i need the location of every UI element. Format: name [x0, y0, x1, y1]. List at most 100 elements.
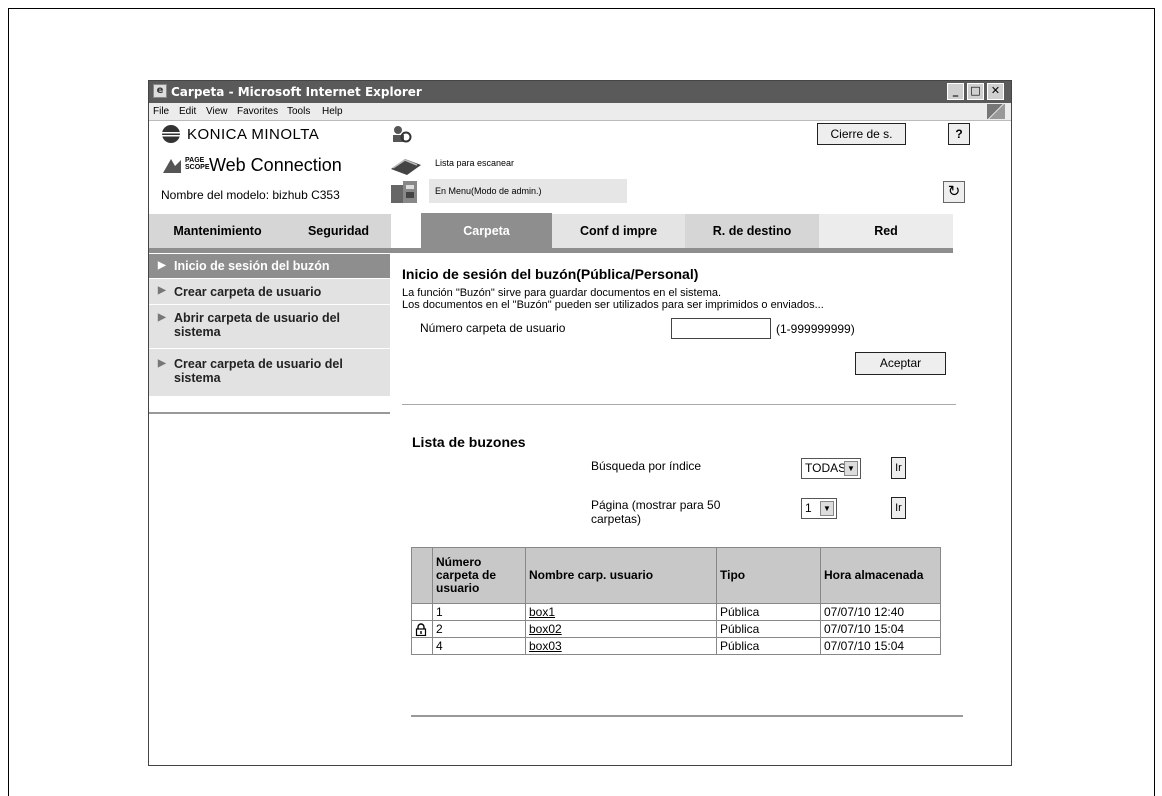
ie-icon: e — [153, 84, 167, 98]
index-go-button[interactable]: Ir — [891, 457, 906, 479]
tab-mantenimiento[interactable]: Mantenimiento — [149, 214, 286, 248]
sidebar-divider — [149, 412, 390, 414]
folder-name-cell: box03 — [525, 637, 717, 655]
menu-tools[interactable]: Tools — [287, 106, 310, 117]
window-title: Carpeta - Microsoft Internet Explorer — [171, 85, 422, 99]
sidebar-item-abrir-sistema[interactable]: ▶ Abrir carpeta de usuario del sistema — [149, 305, 390, 348]
pagescope-small: PAGE SCOPE — [185, 157, 210, 171]
help-button[interactable]: ? — [948, 123, 970, 145]
index-search-label: Búsqueda por índice — [591, 459, 702, 473]
folder-link[interactable]: box03 — [529, 639, 562, 653]
lock-cell — [411, 637, 433, 655]
folder-time: 07/07/10 15:04 — [820, 620, 941, 638]
table-row: 4 box03 Pública 07/07/10 15:04 — [411, 637, 941, 655]
accept-button[interactable]: Aceptar — [855, 352, 946, 375]
tab-red[interactable]: Red — [819, 214, 953, 248]
section-divider — [402, 404, 956, 405]
page-select[interactable]: 1 ▼ — [801, 498, 837, 519]
sidebar-item-label: Inicio de sesión del buzón — [174, 259, 330, 273]
status-ready: Lista para escanear — [435, 158, 515, 168]
printer-device-icon — [391, 181, 417, 203]
bottom-divider — [411, 715, 963, 717]
title-bar: e Carpeta - Microsoft Internet Explorer … — [149, 81, 1011, 103]
menu-help[interactable]: Help — [322, 106, 343, 117]
sidebar-item-label: Crear carpeta de usuario del sistema — [174, 357, 343, 385]
tab-underline — [149, 248, 953, 253]
folder-number-range: (1-999999999) — [776, 322, 855, 336]
login-desc-line2: Los documentos en el "Buzón" pueden ser … — [402, 299, 824, 311]
table-header-row: Número carpeta de usuario Nombre carp. u… — [411, 547, 941, 604]
status-mode-box: En Menu(Modo de admin.) — [429, 179, 627, 203]
page-label-line1: Página (mostrar para 50 — [591, 498, 721, 512]
page-go-button[interactable]: Ir — [891, 497, 906, 519]
sidebar-item-crear-sistema[interactable]: ▶ Crear carpeta de usuario del sistema — [149, 349, 390, 396]
login-desc-line1: La función "Buzón" sirve para guardar do… — [402, 287, 722, 299]
browser-window: e Carpeta - Microsoft Internet Explorer … — [148, 80, 1012, 766]
folder-link[interactable]: box1 — [529, 605, 555, 619]
chevron-down-icon: ▼ — [820, 501, 834, 516]
folder-number: 1 — [432, 603, 526, 621]
menu-favorites[interactable]: Favorites — [237, 106, 278, 117]
lock-cell — [411, 603, 433, 621]
refresh-icon[interactable]: ↻ — [943, 181, 965, 203]
close-icon[interactable]: ✕ — [987, 83, 1004, 100]
konica-globe-icon — [162, 125, 180, 143]
tab-conf-impre[interactable]: Conf d impre — [552, 214, 685, 248]
windows-logo-icon — [987, 104, 1005, 119]
arrow-right-icon: ▶ — [158, 260, 166, 271]
index-select-value: TODAS — [805, 461, 847, 475]
logout-button[interactable]: Cierre de s. — [817, 123, 906, 145]
brand-name: KONICA MINOLTA — [187, 126, 320, 143]
tab-seguridad[interactable]: Seguridad — [286, 214, 391, 248]
product-name: Web Connection — [209, 155, 342, 175]
lock-icon — [415, 622, 427, 636]
chevron-down-icon: ▼ — [844, 461, 858, 476]
page-select-value: 1 — [805, 501, 812, 515]
column-type-header: Tipo — [716, 547, 821, 604]
sidebar-item-crear-carpeta[interactable]: ▶ Crear carpeta de usuario — [149, 279, 390, 304]
list-heading: Lista de buzones — [412, 434, 526, 450]
folder-type: Pública — [716, 637, 821, 655]
table-row: 1 box1 Pública 07/07/10 12:40 — [411, 603, 941, 621]
folder-number-input[interactable] — [671, 318, 771, 339]
arrow-right-icon: ▶ — [158, 285, 166, 296]
tab-carpeta[interactable]: Carpeta — [421, 213, 552, 249]
folder-type: Pública — [716, 603, 821, 621]
folder-name-cell: box1 — [525, 603, 717, 621]
lock-column-header — [411, 547, 433, 604]
lock-cell — [411, 620, 433, 638]
table-row: 2 box02 Pública 07/07/10 15:04 — [411, 620, 941, 638]
pagescope-icon — [163, 159, 181, 173]
menu-bar: File Edit View Favorites Tools Help — [149, 103, 1011, 121]
sidebar-item-inicio-sesion[interactable]: ▶ Inicio de sesión del buzón — [149, 254, 390, 278]
page-content: KONICA MINOLTA PAGE SCOPE Web Connection… — [149, 121, 1011, 765]
folder-number-label: Número carpeta de usuario — [420, 321, 566, 335]
status-mode: En Menu(Modo de admin.) — [435, 186, 542, 196]
folder-time: 07/07/10 15:04 — [820, 637, 941, 655]
folder-name-cell: box02 — [525, 620, 717, 638]
model-name: Nombre del modelo: bizhub C353 — [161, 188, 340, 202]
admin-user-icon — [393, 126, 412, 143]
minimize-icon[interactable]: _ — [947, 83, 964, 100]
folder-number: 4 — [432, 637, 526, 655]
menu-edit[interactable]: Edit — [179, 106, 196, 117]
arrow-right-icon: ▶ — [158, 312, 166, 323]
index-select[interactable]: TODAS ▼ — [801, 458, 861, 479]
tab-destino[interactable]: R. de destino — [685, 214, 819, 248]
menu-view[interactable]: View — [206, 106, 228, 117]
mailbox-table: Número carpeta de usuario Nombre carp. u… — [411, 547, 941, 655]
sidebar-item-label: Crear carpeta de usuario — [174, 285, 322, 299]
page-label-line2: carpetas) — [591, 512, 642, 526]
maximize-icon[interactable]: □ — [967, 83, 984, 100]
login-heading: Inicio de sesión del buzón(Pública/Perso… — [402, 266, 699, 282]
column-name-header: Nombre carp. usuario — [525, 547, 717, 604]
column-time-header: Hora almacenada — [820, 547, 941, 604]
folder-link[interactable]: box02 — [529, 622, 562, 636]
column-number-header: Número carpeta de usuario — [432, 547, 526, 604]
folder-type: Pública — [716, 620, 821, 638]
scanner-icon — [391, 159, 421, 175]
folder-time: 07/07/10 12:40 — [820, 603, 941, 621]
sidebar-item-label: Abrir carpeta de usuario del sistema — [174, 311, 341, 339]
menu-file[interactable]: File — [153, 106, 169, 117]
folder-number: 2 — [432, 620, 526, 638]
